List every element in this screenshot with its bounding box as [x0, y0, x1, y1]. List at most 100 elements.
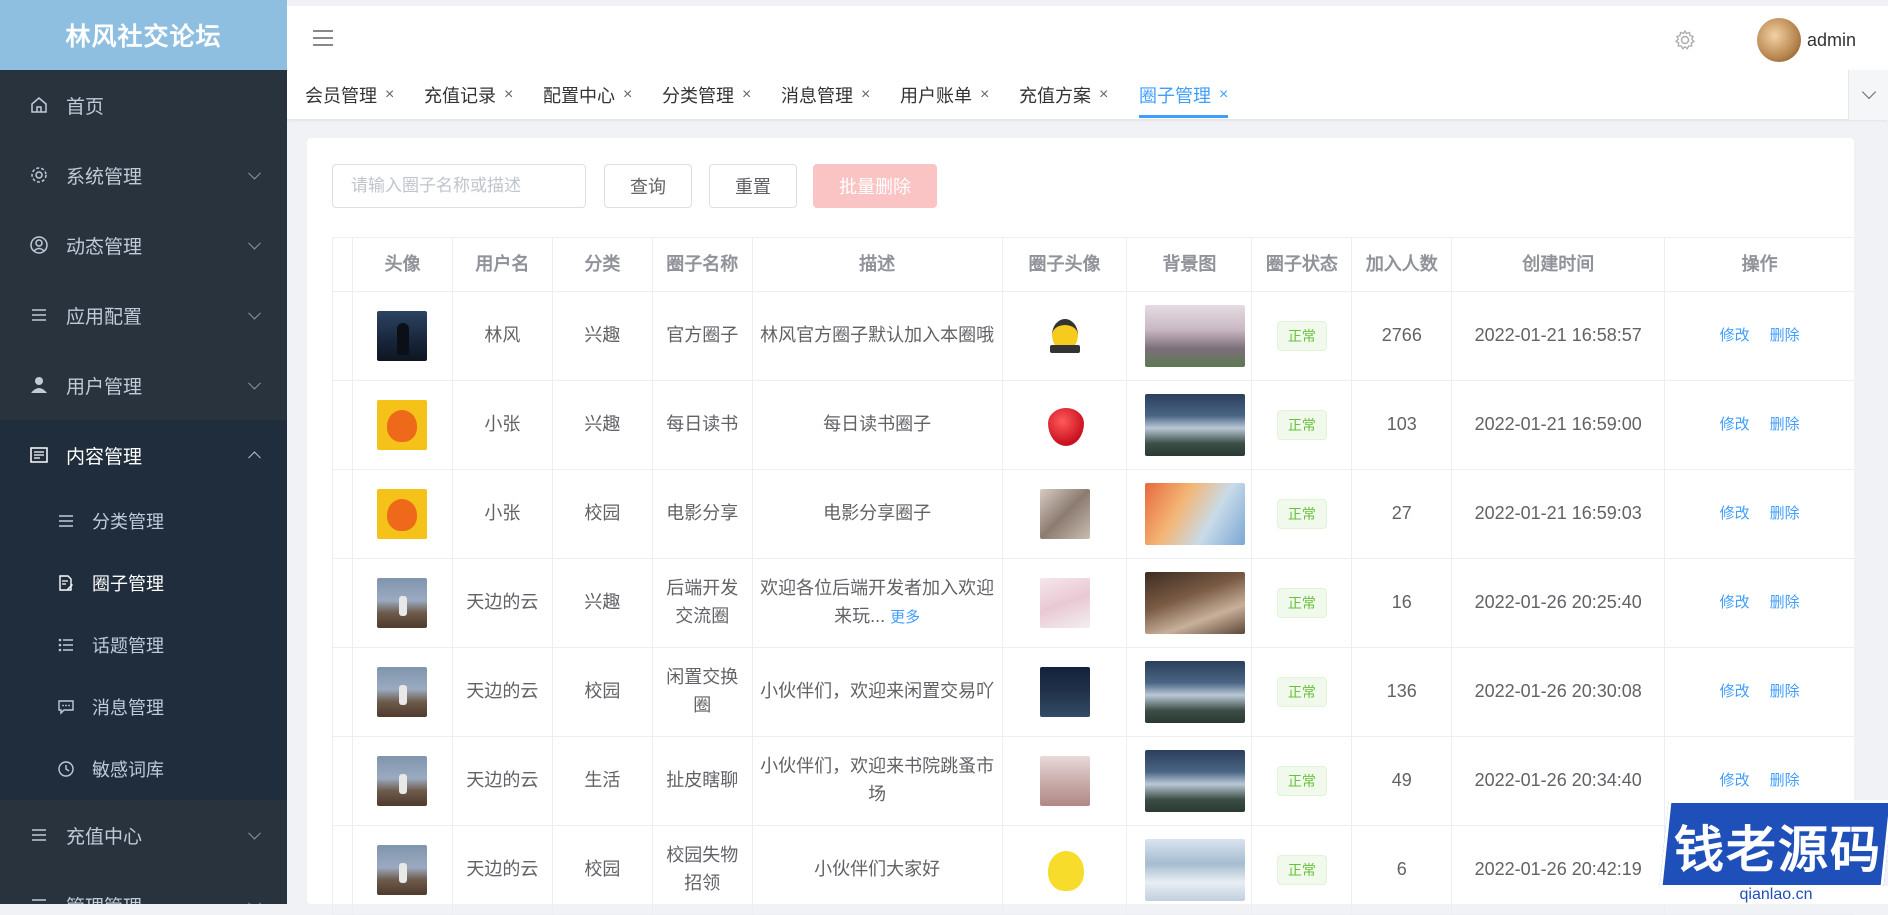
user-avatar-image	[377, 667, 428, 717]
tab-user-bills[interactable]: 用户账单 ×	[900, 70, 989, 120]
created-cell: 2022-01-26 20:25:40	[1452, 559, 1666, 648]
sidebar-subitem-topics[interactable]: 话题管理	[0, 614, 287, 676]
circle-avatar-image[interactable]	[1039, 756, 1090, 806]
circle-name-cell: 后端开发交流圈	[652, 559, 753, 648]
sidebar-item-admin[interactable]: 管理管理	[0, 870, 287, 904]
sidebar-subitem-label: 消息管理	[92, 698, 164, 718]
close-icon[interactable]: ×	[385, 86, 394, 104]
sidebar-subitem-messages[interactable]: 消息管理	[0, 676, 287, 738]
tab-recharge-records[interactable]: 充值记录 ×	[424, 70, 513, 120]
home-icon	[28, 94, 50, 116]
circle-avatar-image[interactable]	[1039, 667, 1090, 717]
close-icon[interactable]: ×	[504, 86, 513, 104]
column-header: 操作	[1665, 238, 1855, 292]
username-cell: 天边的云	[452, 559, 553, 648]
table-row[interactable]: 天边的云 兴趣 后端开发交流圈 欢迎各位后端开发者加入欢迎来玩... 更多 正常…	[333, 559, 1855, 648]
close-icon[interactable]: ×	[1219, 86, 1228, 104]
row-select-cell[interactable]	[333, 470, 353, 559]
table-row[interactable]: 天边的云 校园 校园失物招领 小伙伴们大家好 正常 6 2022-01-26 2…	[333, 826, 1855, 915]
table-row[interactable]: 天边的云 校园 闲置交换圈 小伙伴们，欢迎来闲置交易吖 正常 136 2022-…	[333, 648, 1855, 737]
row-select-cell[interactable]	[333, 737, 353, 826]
sidebar-item-system[interactable]: 系统管理	[0, 140, 287, 210]
background-image[interactable]	[1145, 750, 1246, 812]
header-username[interactable]: admin	[1807, 30, 1856, 51]
delete-link[interactable]: 删除	[1770, 413, 1800, 436]
delete-link[interactable]: 删除	[1770, 591, 1800, 614]
search-input[interactable]	[332, 164, 586, 208]
circle-avatar-image[interactable]	[1039, 489, 1090, 539]
sidebar-subitem-sensitive-words[interactable]: 敏感词库	[0, 738, 287, 800]
status-badge: 正常	[1276, 410, 1327, 440]
table-row[interactable]: 林风 兴趣 官方圈子 林风官方圈子默认加入本圈哦 正常 2766 2022-01…	[333, 292, 1855, 381]
close-icon[interactable]: ×	[623, 86, 632, 104]
row-select-cell[interactable]	[333, 826, 353, 915]
row-select-cell[interactable]	[333, 648, 353, 737]
edit-link[interactable]: 修改	[1720, 413, 1750, 436]
edit-link[interactable]: 修改	[1720, 769, 1750, 792]
edit-link[interactable]: 修改	[1720, 502, 1750, 525]
close-icon[interactable]: ×	[861, 86, 870, 104]
tab-circles[interactable]: 圈子管理 ×	[1139, 70, 1229, 120]
row-select-cell[interactable]	[333, 292, 353, 381]
circle-avatar-image[interactable]	[1039, 578, 1090, 628]
description-cell: 欢迎各位后端开发者加入欢迎来玩... 更多	[752, 559, 1003, 648]
delete-link[interactable]: 删除	[1770, 324, 1800, 347]
table-row[interactable]: 小张 校园 电影分享 电影分享圈子 正常 27 2022-01-21 16:59…	[333, 470, 1855, 559]
avatar-cell	[352, 826, 453, 915]
edit-link[interactable]: 修改	[1720, 324, 1750, 347]
background-image[interactable]	[1145, 483, 1246, 545]
tab-member[interactable]: 会员管理 ×	[305, 70, 394, 120]
delete-link[interactable]: 删除	[1770, 769, 1800, 792]
sidebar-item-dynamics[interactable]: 动态管理	[0, 210, 287, 280]
avatar-cell	[352, 470, 453, 559]
sidebar-subitem-category[interactable]: 分类管理	[0, 490, 287, 552]
delete-link[interactable]: 删除	[1770, 680, 1800, 703]
background-image[interactable]	[1145, 572, 1246, 634]
row-select-cell[interactable]	[333, 381, 353, 470]
sidebar-subitem-circles[interactable]: 圈子管理	[0, 552, 287, 614]
circle-avatar-image[interactable]	[1039, 845, 1090, 895]
background-image[interactable]	[1145, 305, 1246, 367]
row-select-cell[interactable]	[333, 559, 353, 648]
sidebar-item-users[interactable]: 用户管理	[0, 350, 287, 420]
sidebar: 林风社交论坛 首页 系统管理 动态管理 应用配置 用户管理 内容管理 分类管理 …	[0, 0, 287, 904]
close-icon[interactable]: ×	[1099, 86, 1108, 104]
sidebar-item-content[interactable]: 内容管理	[0, 420, 287, 490]
background-image[interactable]	[1145, 661, 1246, 723]
settings-gear-icon[interactable]	[1673, 28, 1697, 52]
created-cell: 2022-01-26 20:34:40	[1452, 737, 1666, 826]
circle-avatar-image[interactable]	[1039, 311, 1090, 361]
tab-recharge-plans[interactable]: 充值方案 ×	[1019, 70, 1108, 120]
chevron-down-icon	[1861, 84, 1876, 100]
circle-avatar-image[interactable]	[1039, 400, 1090, 450]
table-row[interactable]: 天边的云 生活 扯皮瞎聊 小伙伴们，欢迎来书院跳蚤市场 正常 49 2022-0…	[333, 737, 1855, 826]
created-cell: 2022-01-21 16:58:57	[1452, 292, 1666, 381]
background-image[interactable]	[1145, 839, 1246, 901]
batch-delete-button[interactable]: 批量删除	[813, 164, 937, 208]
avatar[interactable]	[1757, 18, 1801, 62]
query-button[interactable]: 查询	[604, 164, 692, 208]
sidebar-item-recharge[interactable]: 充值中心	[0, 800, 287, 870]
table-row[interactable]: 小张 兴趣 每日读书 每日读书圈子 正常 103 2022-01-21 16:5…	[333, 381, 1855, 470]
category-cell: 校园	[552, 648, 653, 737]
tab-config[interactable]: 配置中心 ×	[543, 70, 632, 120]
message-icon	[56, 697, 76, 717]
close-icon[interactable]: ×	[742, 86, 751, 104]
background-image[interactable]	[1145, 394, 1246, 456]
more-link[interactable]: 更多	[890, 609, 920, 626]
tab-dropdown-button[interactable]	[1848, 70, 1888, 120]
actions-cell: 修改删除	[1665, 470, 1855, 559]
category-cell: 生活	[552, 737, 653, 826]
close-icon[interactable]: ×	[980, 86, 989, 104]
edit-link[interactable]: 修改	[1720, 591, 1750, 614]
sidebar-item-home[interactable]: 首页	[0, 70, 287, 140]
reset-button[interactable]: 重置	[709, 164, 797, 208]
sidebar-item-app-config[interactable]: 应用配置	[0, 280, 287, 350]
menu-toggle-icon[interactable]	[313, 30, 333, 46]
tab-messages[interactable]: 消息管理 ×	[781, 70, 870, 120]
edit-link[interactable]: 修改	[1720, 680, 1750, 703]
column-header: 分类	[552, 238, 653, 292]
gear-icon	[28, 164, 50, 186]
delete-link[interactable]: 删除	[1770, 502, 1800, 525]
tab-category[interactable]: 分类管理 ×	[662, 70, 751, 120]
